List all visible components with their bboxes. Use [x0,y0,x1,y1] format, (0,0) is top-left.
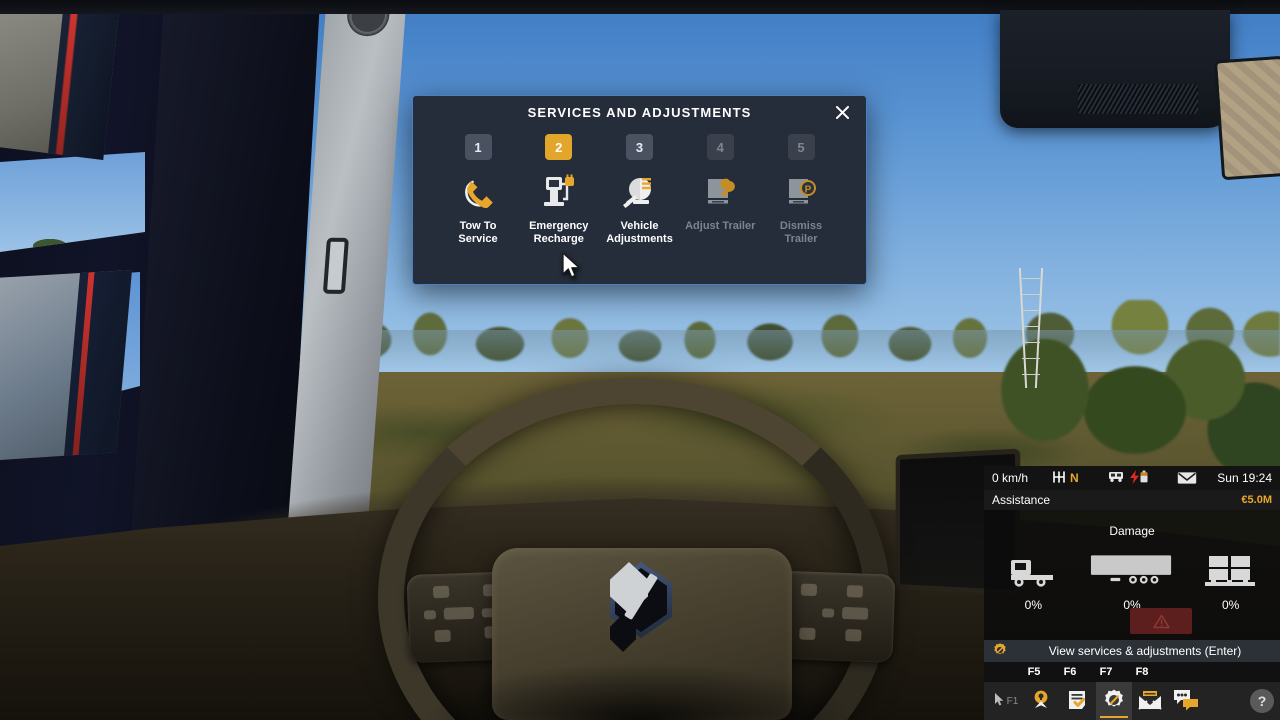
money-readout: €5.0M [1241,494,1272,506]
speed-readout: 0 km/h [992,471,1029,485]
envelope-icon [1138,689,1162,714]
label-line-2: Recharge [533,233,584,245]
gear-wrench-icon [992,642,1008,661]
mouse-cursor-icon [562,252,582,282]
truck-icon [1108,470,1124,486]
cursor-tool-key: F1 [1006,695,1019,707]
service-option-emergency-recharge[interactable]: 2 Emergency Recharge [522,134,596,246]
action-hint-bar: View services & adjustments (Enter) [984,640,1280,662]
cursor-tool[interactable]: F1 [988,682,1024,720]
hud-status-bar: 0 km/h N Sun 19:24 [984,466,1280,490]
damage-trailer: 0% [1089,546,1175,612]
services-tool[interactable] [1096,682,1132,720]
trailer-park-icon: P [780,171,822,211]
service-option-vehicle-adjustments[interactable]: 3 Vehicle Adjustments [603,134,677,246]
clock-readout: Sun 19:24 [1217,471,1272,485]
damage-truck-value: 0% [1024,598,1042,612]
envelope-icon [1170,471,1204,485]
vehicle-status-icons [1108,469,1170,487]
service-option-label: Adjust Trailer [685,220,755,233]
headlight-adjust-icon [619,171,661,211]
service-option-label: Dismiss Trailer [780,220,822,246]
battery-charging-icon [1129,469,1149,487]
page-title: SERVICES AND ADJUSTMENTS [527,104,752,120]
hud-panel: 0 km/h N Sun 19:24 Assistance €5.0M Dama… [984,466,1280,720]
damage-truck: 0% [990,546,1076,612]
label-line-1: Tow To [459,220,497,232]
hotkey-badge-5[interactable]: 5 [787,134,815,160]
damage-panel: Damage 0% 0% 0% [984,510,1280,640]
service-option-label: Tow To Service [458,220,497,246]
hotkey-badge-1[interactable]: 1 [464,134,492,160]
damage-cargo-value: 0% [1221,598,1240,612]
jobs-tool[interactable] [1060,682,1096,720]
label-line-1: Vehicle [620,220,659,232]
damage-row: 0% 0% 0% [984,546,1280,612]
navigation-tool[interactable] [1024,682,1060,720]
tow-phone-icon [457,171,499,211]
svg-text:P: P [805,185,812,196]
service-option-label: Vehicle Adjustments [606,220,673,246]
map-pin-icon [1030,688,1054,715]
fkey-f7: F7 [1099,666,1113,678]
services-and-adjustments-dialog: SERVICES AND ADJUSTMENTS 1 Tow To Servic… [412,95,867,285]
trailer-side-icon [1089,546,1175,588]
charging-station-icon [538,171,580,211]
label-line-1: Dismiss [779,220,823,232]
label-line-2: Trailer [784,233,818,245]
gearstick-icon [1052,470,1066,487]
mail-tool[interactable] [1132,682,1168,720]
label-line-1: Emergency [529,220,589,232]
service-options-list: 1 Tow To Service 2 Emergency Recharge 3 … [413,128,866,246]
truck-cab-icon [990,546,1076,588]
warning-triangle-icon [1130,608,1192,634]
hotkey-badge-2[interactable]: 2 [545,134,573,160]
function-key-row: F5 F6 F7 F8 [984,662,1280,682]
damage-title: Damage [1109,524,1155,538]
radio-tower-icon [1018,268,1044,388]
job-bar: Assistance €5.0M [984,490,1280,510]
fkey-f8: F8 [1135,666,1149,678]
service-option-dismiss-trailer[interactable]: 5 P Dismiss Trailer [764,134,838,246]
label-line-2: Adjustments [606,233,673,245]
help-button[interactable]: ? [1250,689,1274,713]
fkey-f6: F6 [1063,666,1077,678]
close-icon[interactable] [830,100,854,124]
service-option-label: Emergency Recharge [529,220,588,246]
label-line-1: Adjust Trailer [685,220,756,232]
gear-wrench-icon [1102,688,1126,715]
action-hint-text: View services & adjustments (Enter) [1048,644,1242,658]
dialog-header: SERVICES AND ADJUSTMENTS [413,96,866,128]
service-option-adjust-trailer[interactable]: 4 Adjust Trailer [683,134,757,246]
hud-toolbar: F1 ? [984,682,1280,720]
job-label: Assistance [992,493,1051,507]
game-viewport: SERVICES AND ADJUSTMENTS 1 Tow To Servic… [0,0,1280,720]
service-option-tow-to-service[interactable]: 1 Tow To Service [441,134,515,246]
gear-value: N [1070,471,1079,485]
checklist-icon [1066,688,1090,715]
label-line-2: Service [458,233,498,245]
damage-cargo: 0% [1188,546,1274,612]
fkey-f5: F5 [1027,666,1041,678]
hotkey-badge-4[interactable]: 4 [706,134,734,160]
arrow-cursor-icon [994,692,1005,710]
chat-bubble-icon [1173,689,1199,714]
hotkey-badge-3[interactable]: 3 [626,134,653,160]
radio-tool[interactable] [1168,682,1204,720]
cargo-pallet-icon [1188,546,1274,588]
gear-indicator: N [1052,470,1108,487]
trailer-wrench-icon [699,171,741,211]
